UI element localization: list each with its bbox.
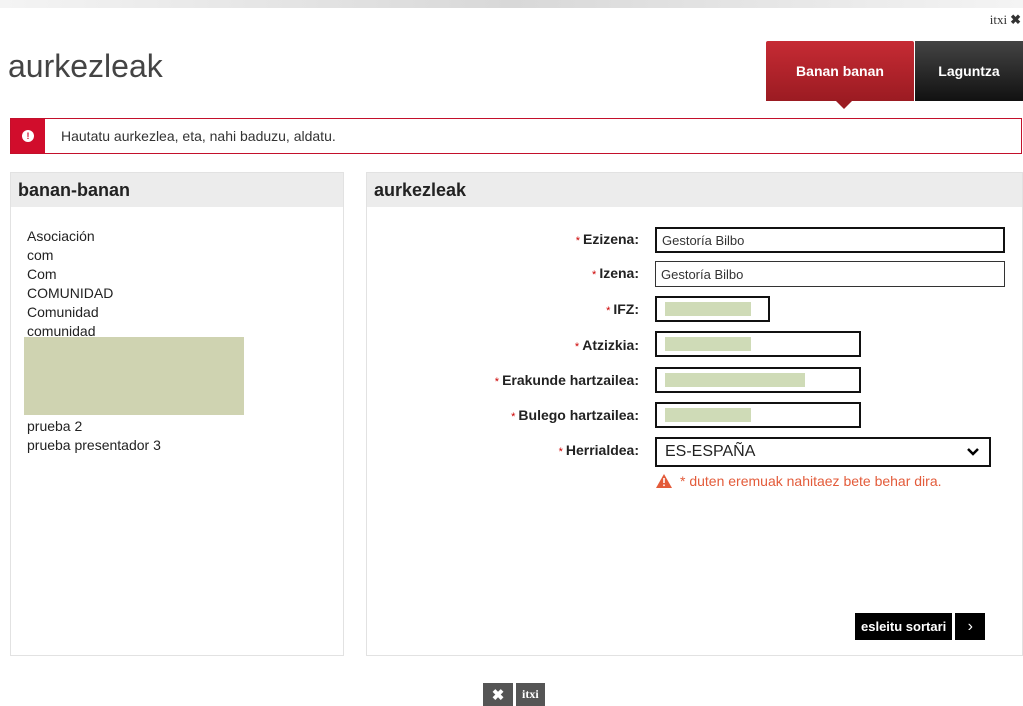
page-title: aurkezleak [8,48,163,84]
bulego-label: * Bulego hartzailea: [511,407,639,423]
required-note-text: * duten eremuak nahitaez bete behar dira… [680,473,942,489]
erakunde-label: * Erakunde hartzailea: [494,372,639,388]
assign-button[interactable]: esleitu sortari › [855,613,986,640]
right-panel-title: aurkezleak [367,173,1022,207]
tab-banan-banan[interactable]: Banan banan [766,41,914,109]
izena-label: * Izena: [592,265,639,281]
warning-icon [656,474,672,488]
herrialdea-selected-value: ES-ESPAÑA [665,443,756,460]
list-item[interactable]: prueba 2 [27,417,161,436]
atzizkia-field[interactable] [655,331,861,357]
ifz-label: * IFZ: [606,301,639,317]
close-icon: ✖ [1010,12,1021,27]
redacted-value [665,337,751,351]
bulego-field[interactable] [655,402,861,428]
list-item[interactable]: Com [27,265,161,284]
atzizkia-label: * Atzizkia: [574,337,639,353]
assign-button-label: esleitu sortari [855,613,953,640]
ezizena-label: * Ezizena: [575,231,639,247]
list-item[interactable]: COMUNIDAD [27,284,161,303]
left-panel-title: banan-banan [11,173,343,207]
herrialdea-label: * Herrialdea: [558,442,639,458]
redacted-value [665,373,805,387]
redacted-value [665,408,751,422]
close-icon: ✖ [483,683,513,706]
required-note: * duten eremuak nahitaez bete behar dira… [656,473,942,489]
right-panel: aurkezleak * Ezizena: Gestoría Bilbo * Ize… [366,172,1023,656]
bottom-close-button[interactable]: ✖ itxi [483,683,545,706]
redacted-block [24,337,244,415]
left-panel: banan-banan Asociación com Com COMUNIDAD… [10,172,344,656]
herrialdea-select[interactable]: ES-ESPAÑA [655,437,991,467]
ifz-field[interactable] [655,296,770,322]
redacted-value [665,302,751,316]
erakunde-field[interactable] [655,367,861,393]
arrow-right-icon: › [955,613,986,640]
close-link-label: itxi [989,12,1008,27]
list-item[interactable]: Comunidad [27,303,161,322]
list-item[interactable]: prueba presentador 3 [27,436,161,455]
izena-field[interactable]: Gestoría Bilbo [655,261,1005,287]
ezizena-field[interactable]: Gestoría Bilbo [655,227,1005,253]
alert-icon-box: ! [11,119,45,153]
tab-laguntza[interactable]: Laguntza [915,41,1023,101]
notice-text: Hautatu aurkezlea, eta, nahi baduzu, ald… [61,128,336,144]
close-link[interactable]: itxi ✖ [990,12,1021,28]
alert-icon: ! [22,130,34,142]
list-item[interactable]: Asociación [27,227,161,246]
bottom-close-label: itxi [516,683,545,706]
list-item[interactable]: com [27,246,161,265]
top-gradient-bar [0,0,1023,8]
info-notice: ! Hautatu aurkezlea, eta, nahi baduzu, a… [10,118,1022,154]
chevron-down-icon [967,448,979,456]
